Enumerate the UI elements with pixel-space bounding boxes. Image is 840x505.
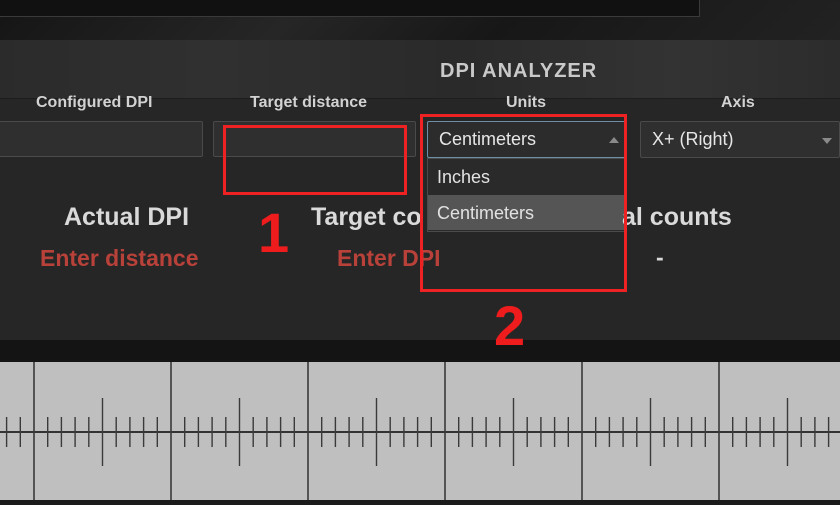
panel-title: DPI ANALYZER xyxy=(440,60,598,82)
top-container-edge xyxy=(0,0,700,17)
annotation-box-units xyxy=(420,114,627,292)
actual-dpi-value: Enter distance xyxy=(40,245,199,271)
annotation-box-target-distance xyxy=(223,125,407,195)
chevron-down-icon xyxy=(822,138,832,144)
target-distance-label: Target distance xyxy=(250,94,368,111)
annotation-number-2: 2 xyxy=(494,294,526,357)
separator-strip xyxy=(0,340,840,362)
axis-label: Axis xyxy=(721,94,755,111)
actual-counts-value: - xyxy=(656,244,664,270)
axis-selected-value: X+ (Right) xyxy=(652,129,734,149)
panel-header xyxy=(0,40,840,99)
axis-select[interactable]: X+ (Right) xyxy=(640,121,840,158)
configured-dpi-input[interactable] xyxy=(0,121,203,157)
units-label: Units xyxy=(506,94,546,111)
actual-dpi-label: Actual DPI xyxy=(64,203,190,231)
actual-counts-label: al counts xyxy=(622,203,732,231)
configured-dpi-label: Configured DPI xyxy=(36,94,153,111)
ruler-graphic xyxy=(0,362,840,500)
target-counts-label: Target co xyxy=(311,203,422,231)
ruler xyxy=(0,362,840,500)
ruler-ticks xyxy=(5,362,830,500)
annotation-number-1: 1 xyxy=(258,201,290,264)
